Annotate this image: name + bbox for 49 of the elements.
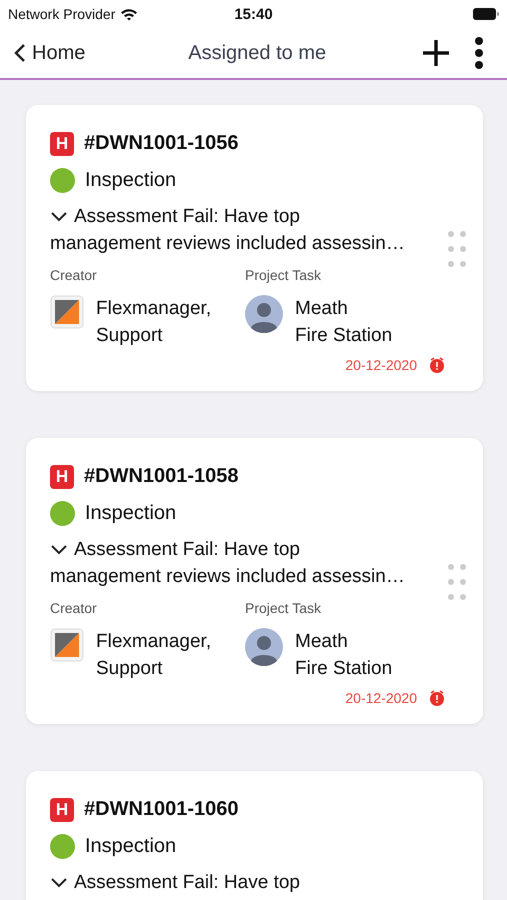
project-label: Project Task (245, 600, 322, 616)
due-date: 20-12-2020 (345, 690, 417, 706)
alarm-icon (429, 690, 445, 706)
wifi-icon (120, 8, 138, 20)
battery-icon (473, 8, 499, 20)
task-type: Inspection (85, 502, 176, 525)
chevron-down-icon[interactable] (50, 544, 68, 556)
task-id: #DWN1001-1056 (84, 132, 239, 155)
alarm-icon (429, 357, 445, 373)
chevron-left-icon (14, 43, 26, 63)
task-type: Inspection (85, 169, 176, 192)
task-card[interactable]: H #DWN1001-1056 Inspection Assessment Fail: Have top management reviews included assessin… Creator Project Task Flexmanager, Support Meath Fire Station 20-12-2020 (26, 105, 483, 391)
plus-icon (421, 38, 451, 68)
priority-badge: H (50, 798, 74, 822)
page-title: Assigned to me (187, 42, 328, 64)
description-text: management reviews included assessin… (50, 232, 405, 256)
more-button[interactable] (473, 37, 485, 69)
project-name: Meath Fire Station (295, 297, 392, 348)
back-link[interactable]: Home (14, 42, 86, 64)
task-id: #DWN1001-1058 (84, 465, 239, 488)
chevron-down-icon[interactable] (50, 876, 68, 888)
chevron-down-icon[interactable] (50, 210, 68, 222)
add-button[interactable] (421, 38, 451, 68)
creator-label: Creator (50, 600, 98, 616)
priority-badge: H (50, 132, 74, 156)
description-text: Assessment Fail: Have top (74, 205, 300, 229)
drag-handle-icon[interactable] (447, 230, 467, 268)
task-card[interactable]: H #DWN1001-1060 Inspection Assessment Fail: Have top (26, 771, 483, 900)
clock-time: 15:40 (234, 6, 273, 22)
description-text: Assessment Fail: Have top (74, 871, 300, 895)
avatar-icon (245, 295, 283, 333)
avatar-icon (245, 628, 283, 666)
task-type: Inspection (85, 835, 176, 858)
logo-icon (50, 295, 84, 329)
creator-name: Flexmanager, Support (96, 630, 212, 681)
more-vertical-icon (473, 37, 485, 69)
description-text: management reviews included assessin… (50, 565, 405, 589)
carrier-text: Network Provider (8, 6, 116, 22)
project-name: Meath Fire Station (295, 630, 392, 681)
task-id: #DWN1001-1060 (84, 798, 239, 821)
due-date: 20-12-2020 (345, 357, 417, 373)
drag-handle-icon[interactable] (447, 563, 467, 601)
creator-label: Creator (50, 267, 98, 283)
logo-icon (50, 628, 84, 662)
description-text: Assessment Fail: Have top (74, 538, 300, 562)
creator-name: Flexmanager, Support (96, 297, 212, 348)
task-card[interactable]: H #DWN1001-1058 Inspection Assessment Fail: Have top management reviews included assessin… Creator Project Task Flexmanager, Support Meath Fire Station 20-12-2020 (26, 438, 483, 724)
project-label: Project Task (245, 267, 322, 283)
priority-badge: H (50, 464, 74, 488)
